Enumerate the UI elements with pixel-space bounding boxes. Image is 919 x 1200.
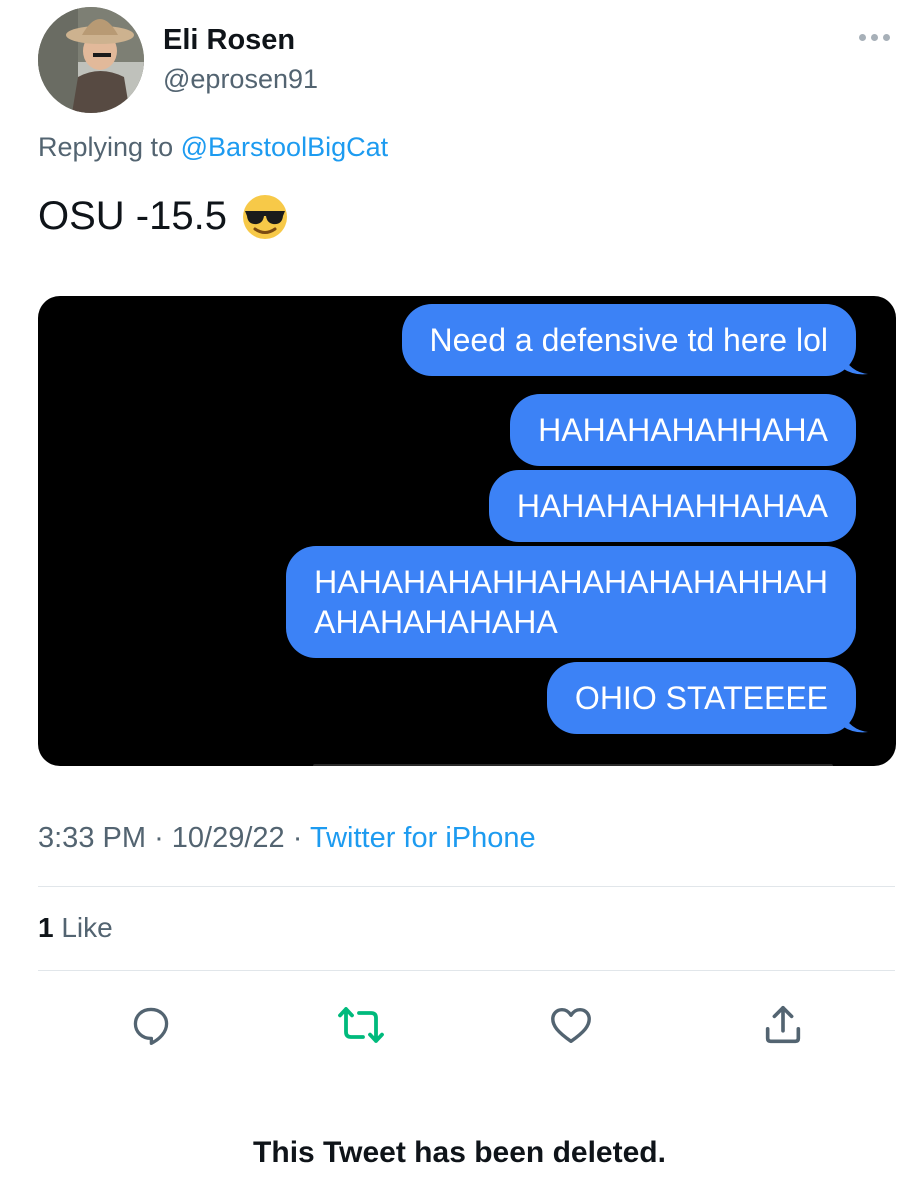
message-text: HAHAHAHAHHAHA xyxy=(538,412,828,448)
reply-icon xyxy=(133,1007,169,1045)
meta-separator: · xyxy=(292,822,303,854)
deleted-tweet-notice: This Tweet has been deleted. xyxy=(253,1136,666,1169)
message-bubble: Need a defensive td here lol xyxy=(401,304,856,376)
retweet-icon xyxy=(338,1007,384,1043)
tweet-media-image[interactable]: Need a defensive td here lol HAHAHAHAHHA… xyxy=(38,296,896,766)
share-icon xyxy=(765,1005,801,1044)
divider xyxy=(38,886,895,887)
avatar[interactable] xyxy=(38,7,144,113)
tweet-text: OSU -15.5 xyxy=(38,192,289,240)
message-text: OHIO STATEEEE xyxy=(574,680,828,716)
sunglasses-emoji-icon xyxy=(242,195,287,239)
message-bubble: OHIO STATEEEE xyxy=(546,662,856,734)
message-text: HAHAHAHAHHAHAA xyxy=(516,488,828,524)
divider xyxy=(38,970,895,971)
message-bubble: HAHAHAHAHHAHAHAHAHAHHAH AHAHAHAHAHA xyxy=(286,546,856,658)
like-count-label: Like xyxy=(61,912,113,943)
message-bubble: HAHAHAHAHHAHAA xyxy=(488,470,856,542)
message-text: Need a defensive td here lol xyxy=(429,322,828,358)
like-count-value: 1 xyxy=(38,912,54,943)
retweet-button[interactable] xyxy=(334,998,388,1052)
cut-off-bubble xyxy=(313,764,833,766)
replying-to-label: Replying to xyxy=(38,132,174,162)
tweet-source-link[interactable]: Twitter for iPhone xyxy=(310,822,536,854)
tweet-date[interactable]: 10/29/22 xyxy=(172,822,285,854)
tweet-time[interactable]: 3:33 PM xyxy=(38,822,146,854)
share-button[interactable] xyxy=(756,998,810,1052)
bubble-tail xyxy=(842,712,868,733)
likes-count[interactable]: 1 Like xyxy=(38,912,113,944)
bubble-tail xyxy=(842,354,868,375)
heart-icon xyxy=(551,1007,591,1044)
mention-link[interactable]: @BarstoolBigCat xyxy=(181,132,389,162)
author-name[interactable]: Eli Rosen xyxy=(163,24,295,57)
tweet-meta: 3:33 PM · 10/29/22 · Twitter for iPhone xyxy=(38,822,536,855)
message-text: AHAHAHAHAHA xyxy=(314,604,558,640)
like-button[interactable] xyxy=(544,998,598,1052)
reply-button[interactable] xyxy=(124,998,178,1052)
meta-separator: · xyxy=(154,822,164,854)
replying-to: Replying to @BarstoolBigCat xyxy=(38,132,388,163)
message-bubble: HAHAHAHAHHAHA xyxy=(510,394,856,466)
more-options-icon[interactable] xyxy=(857,30,891,44)
author-handle[interactable]: @eprosen91 xyxy=(163,64,318,95)
tweet-text-content: OSU -15.5 xyxy=(38,193,227,238)
message-text: HAHAHAHAHHAHAHAHAHAHHAH xyxy=(314,564,828,600)
